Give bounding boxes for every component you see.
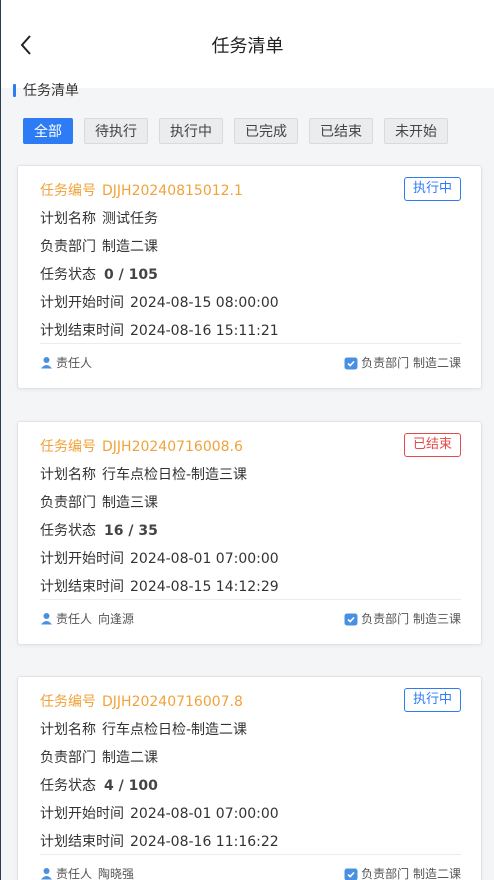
divider [40,854,461,855]
divider [40,599,461,600]
task-card[interactable]: 任务编号 DJJH20240815012.1 执行中 计划名称 测试任务 负责部门制… [17,165,482,389]
task-card[interactable]: 任务编号 DJJH20240716008.6 已结束 计划名称 行车点检日检-制造三… [17,421,482,645]
filter-completed[interactable]: 已完成 [234,118,298,144]
plan-name: 计划名称 行车点检日检-制造三课 [40,467,248,483]
divider [40,343,461,344]
status-badge: 执行中 [403,688,461,712]
user-icon [40,867,53,880]
calendar-check-icon [344,867,358,880]
plan-start-time: 计划开始时间 2024-08-15 08:00:00 [40,295,279,311]
status-badge: 已结束 [403,433,461,457]
task-status: 任务状态 0 / 105 [40,267,158,283]
department: 负责部门 制造二课 [40,239,158,255]
page-title: 任务清单 [211,36,284,57]
owner: 责任人 [40,354,98,371]
department: 负责部门 制造二课 [40,750,158,766]
footer-department: 负责部门 制造三课 [344,610,461,627]
section-title: 任务清单 [23,83,79,99]
task-number: 任务编号 DJJH20240716008.6 [40,439,243,455]
top-bar: 任务清单 [1,0,494,88]
user-icon [40,612,53,625]
department: 负责部门 制造三课 [40,495,158,511]
owner: 责任人 陶晓强 [40,865,134,880]
task-status: 任务状态 4 / 100 [40,778,158,794]
plan-end-time: 计划结束时间 2024-08-16 15:11:21 [40,323,279,339]
calendar-check-icon [344,356,358,370]
status-filter-bar: 全部 待执行 执行中 已完成 已结束 未开始 [23,118,448,144]
status-badge: 执行中 [403,177,461,201]
filter-not-started[interactable]: 未开始 [384,118,448,144]
user-icon [40,356,53,369]
task-card[interactable]: 任务编号 DJJH20240716007.8 执行中 计划名称 行车点检日检-制造二… [17,676,482,880]
task-number: 任务编号 DJJH20240815012.1 [40,183,243,199]
plan-start-time: 计划开始时间 2024-08-01 07:00:00 [40,806,279,822]
owner: 责任人 向逢源 [40,610,134,627]
filter-all[interactable]: 全部 [23,118,73,144]
task-status: 任务状态 16 / 35 [40,523,158,539]
section-marker [13,83,16,97]
filter-pending[interactable]: 待执行 [84,118,148,144]
plan-start-time: 计划开始时间 2024-08-01 07:00:00 [40,551,279,567]
section-header: 任务清单 [13,80,79,100]
filter-in-progress[interactable]: 执行中 [159,118,223,144]
plan-name: 计划名称 测试任务 [40,211,158,227]
plan-name: 计划名称 行车点检日检-制造二课 [40,722,248,738]
filter-ended[interactable]: 已结束 [309,118,373,144]
plan-end-time: 计划结束时间 2024-08-15 14:12:29 [40,579,279,595]
calendar-check-icon [344,612,358,626]
footer-department: 负责部门 制造二课 [344,865,461,880]
task-number: 任务编号 DJJH20240716007.8 [40,694,243,710]
plan-end-time: 计划结束时间 2024-08-16 11:16:22 [40,834,279,850]
footer-department: 负责部门 制造二课 [344,354,461,371]
